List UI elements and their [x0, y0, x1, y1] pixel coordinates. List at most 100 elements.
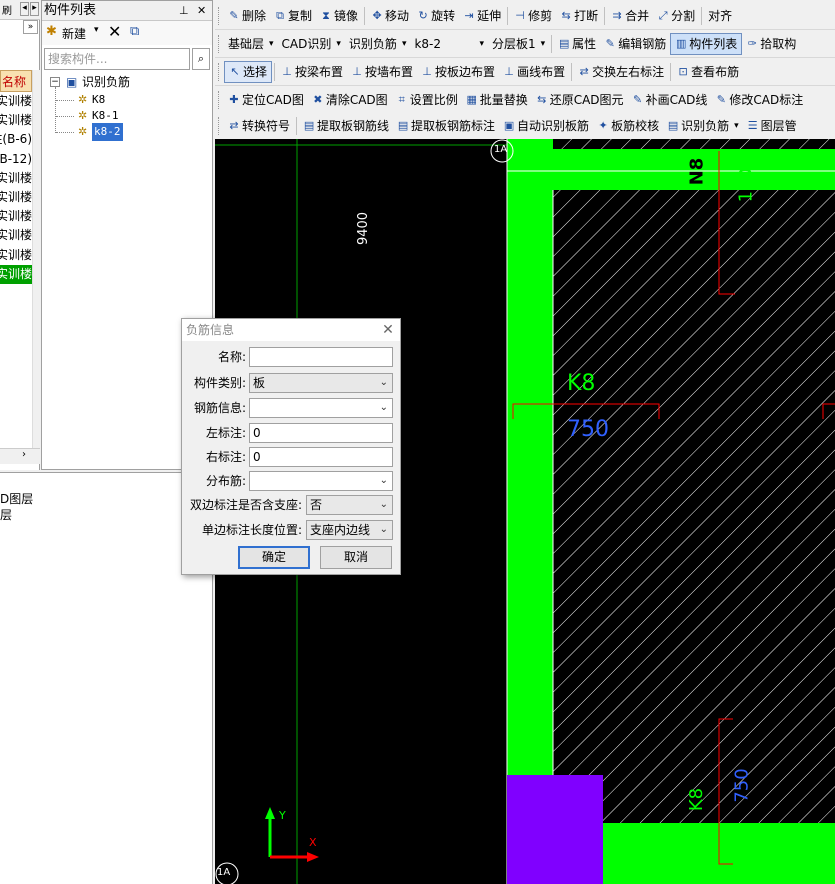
toolbar-select[interactable]: 分层板1 ▾ — [488, 33, 549, 55]
scroll-right-icon[interactable]: ▸ — [30, 2, 39, 16]
toolbar-button[interactable]: 对齐 — [704, 5, 736, 27]
toolbar-grip[interactable] — [218, 6, 221, 25]
field-select[interactable]: 否 ⌄ — [306, 495, 393, 515]
collapse-icon[interactable]: − — [50, 77, 60, 87]
toolbar-button[interactable]: ⇆ 打断 — [556, 5, 602, 27]
toolbar-button[interactable]: ↖ 选择 — [224, 60, 273, 83]
left-panel-row[interactable]: 实训楼( — [0, 246, 32, 265]
field-input[interactable]: 0 — [249, 447, 393, 467]
chevron-down-icon[interactable]: ▾ — [541, 39, 546, 49]
field-select[interactable]: ⌄ — [249, 398, 393, 418]
left-panel-row[interactable]: 实训楼( — [0, 111, 32, 130]
toolbar-button[interactable]: ⤢ 分割 — [653, 5, 699, 27]
toolbar-grip[interactable] — [218, 116, 221, 135]
toolbar-select[interactable]: ▤ 识别负筋 ▾ — [663, 115, 743, 137]
chevron-down-icon[interactable]: ⌄ — [380, 472, 388, 490]
toolbar-button[interactable]: ⊣ 修剪 — [510, 5, 556, 27]
copy-icon[interactable]: ⧉ — [130, 24, 139, 39]
toolbar-button[interactable]: ✎ 补画CAD线 — [628, 89, 712, 111]
toolbar-button[interactable]: ⊥ 画线布置 — [499, 61, 569, 83]
left-panel-vscroll[interactable] — [32, 70, 40, 450]
toolbar-button[interactable]: ✎ 修改CAD标注 — [711, 89, 807, 111]
toolbar-button[interactable]: ✚ 定位CAD图 — [224, 89, 308, 111]
chevron-down-icon[interactable]: ▾ — [336, 39, 341, 49]
close-icon[interactable]: ✕ — [378, 320, 398, 340]
left-panel-row[interactable]: 实训楼( — [0, 264, 32, 284]
toolbar-button[interactable]: ✥ 移动 — [367, 5, 413, 27]
toolbar-select[interactable]: k8-2 ▾ — [410, 33, 488, 55]
chevron-down-icon[interactable]: ▾ — [269, 39, 274, 49]
toolbar-button[interactable]: ⇉ 合并 — [607, 5, 653, 27]
new-component-button[interactable]: 新建 — [62, 25, 86, 42]
left-panel-row[interactable]: 实训楼( — [0, 188, 32, 207]
chevron-down-icon[interactable]: ▾ — [734, 121, 739, 131]
toolbar-button[interactable]: ⧉ 复制 — [270, 5, 316, 27]
left-panel-row[interactable]: 实训楼( — [0, 92, 32, 111]
left-panel-hscroll[interactable]: › — [0, 448, 40, 464]
toolbar-button[interactable]: ⇥ 延伸 — [459, 5, 505, 27]
toolbar-button[interactable]: ⇄ 交换左右标注 — [574, 61, 668, 83]
scroll-left-icon[interactable]: ◂ — [20, 2, 29, 16]
toolbar-button[interactable]: ▦ 批量替换 — [462, 89, 532, 111]
field-input[interactable] — [249, 347, 393, 367]
layer-list-item[interactable]: D图层 — [0, 491, 33, 507]
pin-icon[interactable]: ⊥ — [179, 1, 189, 21]
field-select[interactable]: 板 ⌄ — [249, 373, 393, 393]
toolbar-button[interactable]: ☰ 图层管 — [743, 115, 801, 137]
left-panel-row[interactable]: (B-6)柱 — [0, 130, 32, 149]
toolbar-button[interactable]: ⧗ 镜像 — [316, 5, 362, 27]
ok-button[interactable]: 确定 — [238, 546, 310, 569]
toolbar-button[interactable]: ↻ 旋转 — [413, 5, 459, 27]
chevron-down-icon[interactable]: ▾ — [402, 39, 407, 49]
left-panel-row[interactable]: 实训楼( — [0, 207, 32, 226]
toolbar-grip[interactable] — [218, 90, 221, 109]
chevron-down-icon[interactable]: ⌄ — [380, 399, 388, 417]
toolbar-grip[interactable] — [218, 62, 221, 81]
toolbar-button[interactable]: ✖ 清除CAD图 — [308, 89, 392, 111]
cancel-button[interactable]: 取消 — [320, 546, 392, 569]
toolbar-button[interactable]: ▥ 构件列表 — [670, 32, 743, 55]
toolbar-select[interactable]: CAD识别 ▾ — [278, 33, 345, 55]
toolbar-button[interactable]: ⊥ 按板边布置 — [417, 61, 499, 83]
toolbar-button[interactable]: ⇆ 还原CAD图元 — [532, 89, 628, 111]
left-panel-row[interactable]: 实训楼( — [0, 226, 32, 245]
toolbar-button[interactable]: ⊥ 按墙布置 — [347, 61, 417, 83]
toolbar-button[interactable]: ✦ 板筋校核 — [593, 115, 663, 137]
toolbar-grip[interactable] — [218, 34, 221, 53]
field-select[interactable]: ⌄ — [249, 471, 393, 491]
layer-list-item[interactable]: 层 — [0, 507, 12, 523]
hscroll-right-icon[interactable]: › — [22, 449, 26, 460]
toolbar-button[interactable]: ▤ 提取板钢筋线 — [299, 115, 393, 137]
toolbar-button[interactable]: ⌗ 设置比例 — [392, 89, 462, 111]
chevron-down-icon[interactable]: ▾ — [94, 25, 99, 35]
left-panel-tab[interactable]: 刷 — [2, 2, 12, 17]
chevron-down-icon[interactable]: ⌄ — [380, 374, 388, 392]
chevron-down-icon[interactable]: ⌄ — [380, 521, 388, 539]
field-select[interactable]: 支座内边线 ⌄ — [306, 520, 393, 540]
toolbar-button[interactable]: ✎ 编辑钢筋 — [600, 33, 670, 55]
delete-icon[interactable]: ✕ — [108, 22, 121, 41]
toolbar-button[interactable]: ✑ 拾取构 — [742, 33, 800, 55]
toolbar-button[interactable]: ▤ 属性 — [554, 33, 600, 55]
toolbar-button[interactable]: ⊥ 按梁布置 — [277, 61, 347, 83]
field-input[interactable]: 0 — [249, 423, 393, 443]
expand-icon[interactable]: » — [23, 20, 38, 34]
toolbar-select[interactable]: 识别负筋 ▾ — [345, 33, 411, 55]
toolbar-select[interactable]: 基础层 ▾ — [224, 33, 278, 55]
toolbar-button[interactable]: ✎ 删除 — [224, 5, 270, 27]
toolbar-button[interactable]: ▤ 提取板钢筋标注 — [393, 115, 499, 137]
toolbar-label: 属性 — [572, 37, 597, 51]
toolbar-button[interactable]: ▣ 自动识别板筋 — [499, 115, 593, 137]
tree-root[interactable]: 识别负筋 — [82, 73, 130, 91]
close-icon[interactable]: ✕ — [197, 1, 206, 21]
search-input[interactable]: 搜索构件... — [44, 48, 190, 70]
toolbar-button[interactable]: ⊡ 查看布筋 — [673, 61, 743, 83]
left-panel-row[interactable]: (B-12) — [0, 150, 32, 169]
left-panel-row[interactable]: 实训楼( — [0, 169, 32, 188]
tree-item[interactable]: k8-2 — [92, 123, 123, 141]
search-icon[interactable]: ⌕ — [192, 48, 210, 70]
chevron-down-icon[interactable]: ⌄ — [380, 496, 388, 514]
toolbar-icon: ▦ — [466, 93, 477, 106]
chevron-down-icon[interactable]: ▾ — [479, 39, 484, 49]
toolbar-button[interactable]: ⇄ 转换符号 — [224, 115, 294, 137]
